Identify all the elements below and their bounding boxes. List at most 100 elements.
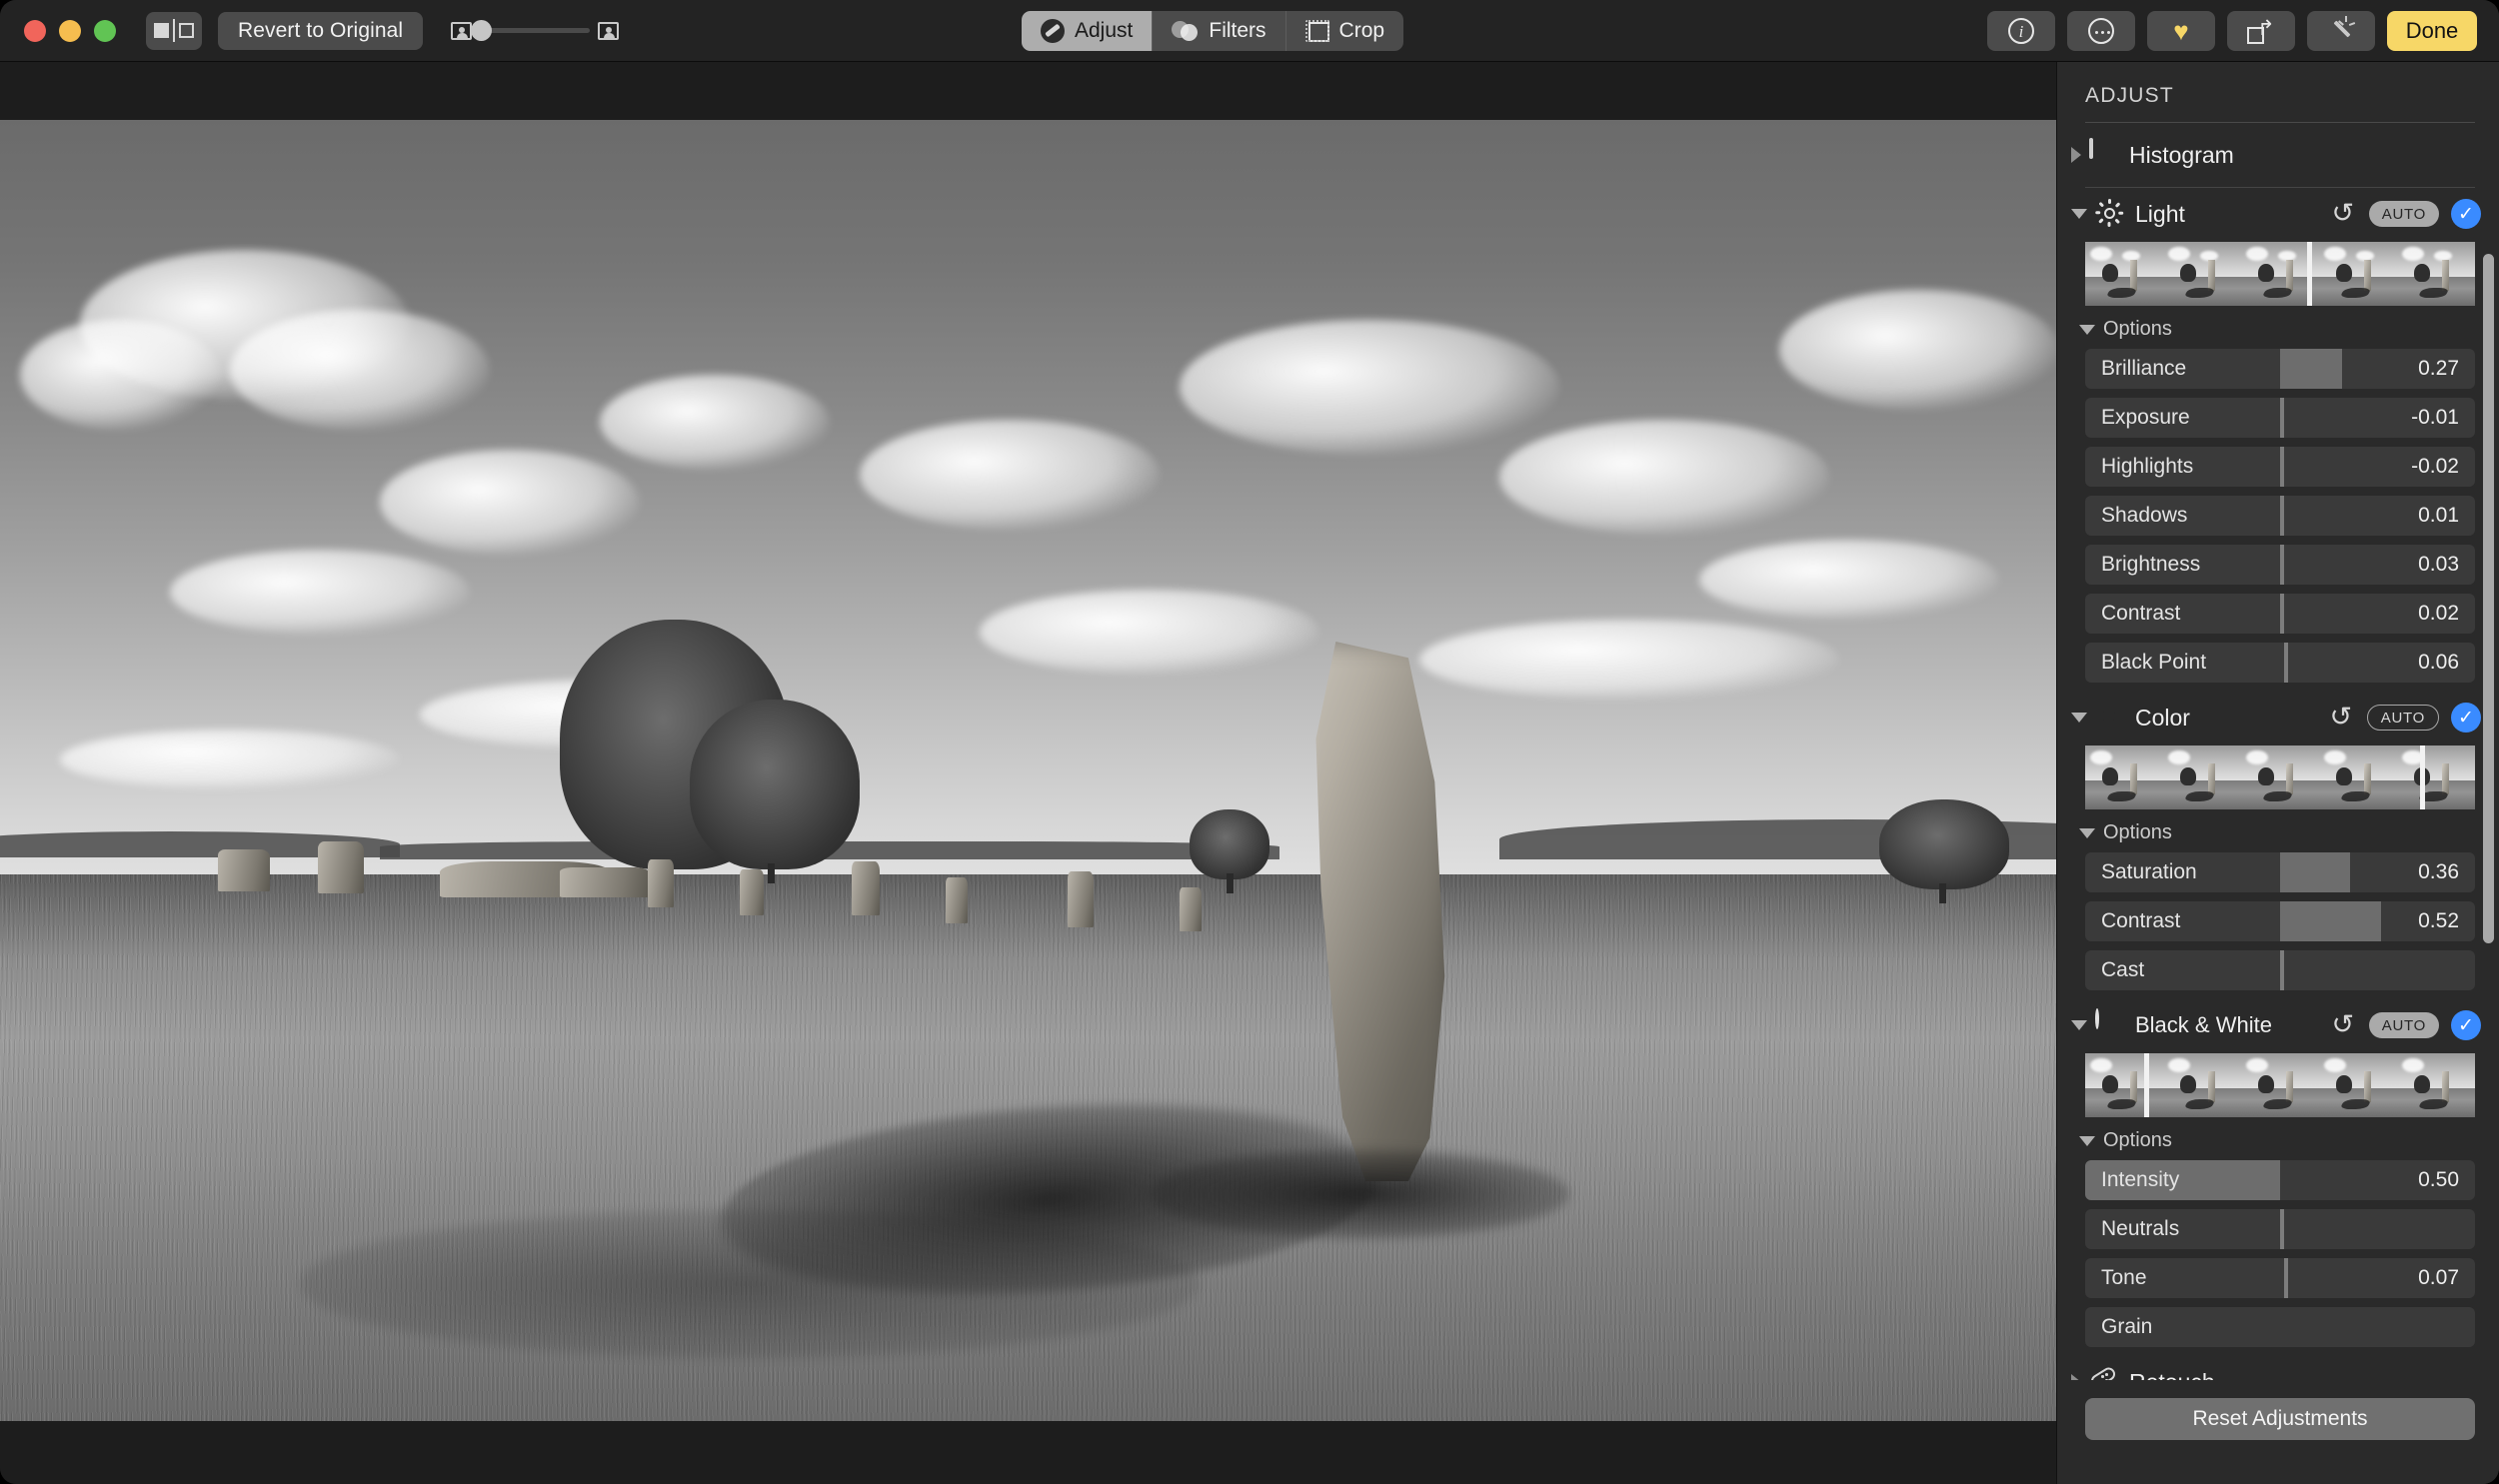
chevron-down-icon[interactable] xyxy=(2071,1020,2087,1030)
slider-brightness-value: 0.03 xyxy=(2418,553,2459,576)
slider-brightness[interactable]: Brightness 0.03 xyxy=(2085,545,2475,585)
reset-black-and-white-icon[interactable]: ↺ xyxy=(2329,1011,2357,1039)
close-button[interactable] xyxy=(24,19,46,42)
black-and-white-options-row[interactable]: Options xyxy=(2057,1123,2499,1160)
filmstrip-thumb[interactable] xyxy=(2163,745,2241,809)
reset-adjustments-button[interactable]: Reset Adjustments xyxy=(2085,1398,2475,1440)
reset-light-icon[interactable]: ↺ xyxy=(2329,200,2357,228)
sidebar-toggle-icon xyxy=(154,19,194,42)
slider-grain-label: Grain xyxy=(2101,1315,2153,1338)
slider-highlights-value: -0.02 xyxy=(2411,455,2459,478)
filmstrip-thumb[interactable] xyxy=(2085,1053,2163,1117)
info-icon: i xyxy=(2008,18,2034,44)
slider-shadows[interactable]: Shadows 0.01 xyxy=(2085,496,2475,536)
info-button[interactable]: i xyxy=(1987,11,2055,51)
slider-color-contrast[interactable]: Contrast 0.52 xyxy=(2085,901,2475,941)
chevron-down-icon[interactable] xyxy=(2079,1135,2095,1146)
toggle-light-checkbox[interactable]: ✓ xyxy=(2451,199,2481,229)
filmstrip-thumb[interactable] xyxy=(2397,1053,2475,1117)
slider-brilliance-value: 0.27 xyxy=(2418,357,2459,380)
reset-color-icon[interactable]: ↺ xyxy=(2327,704,2355,732)
rotate-button[interactable]: ↰ xyxy=(2227,11,2295,51)
filmstrip-thumb[interactable] xyxy=(2319,1053,2397,1117)
black-and-white-filmstrip[interactable] xyxy=(2085,1053,2475,1117)
section-light[interactable]: Light ↺ AUTO ✓ xyxy=(2057,188,2499,240)
slider-grain[interactable]: Grain xyxy=(2085,1307,2475,1347)
favorite-button[interactable]: ♥ xyxy=(2147,11,2215,51)
tab-crop[interactable]: Crop xyxy=(1286,11,1404,51)
slider-tone[interactable]: Tone 0.07 xyxy=(2085,1258,2475,1298)
crop-icon xyxy=(1304,20,1329,42)
auto-color-button[interactable]: AUTO xyxy=(2366,705,2439,731)
section-histogram[interactable]: Histogram xyxy=(2057,129,2499,181)
slider-saturation[interactable]: Saturation 0.36 xyxy=(2085,852,2475,892)
panel-scroll-area[interactable]: Histogram Light ↺ AUTO ✓ Options Brillia… xyxy=(2057,129,2499,1380)
slider-intensity-value: 0.50 xyxy=(2418,1168,2459,1191)
filmstrip-thumb[interactable] xyxy=(2319,242,2397,306)
chevron-down-icon[interactable] xyxy=(2071,209,2087,219)
photo-image[interactable] xyxy=(0,120,2056,1421)
compare-knob[interactable] xyxy=(471,20,493,41)
auto-enhance-button[interactable] xyxy=(2307,11,2375,51)
slider-intensity[interactable]: Intensity 0.50 xyxy=(2085,1160,2475,1200)
black-and-white-strip-marker[interactable] xyxy=(2143,1053,2149,1117)
color-filmstrip[interactable] xyxy=(2085,745,2475,809)
bandage-icon xyxy=(2088,1365,2119,1380)
chevron-down-icon[interactable] xyxy=(2079,827,2095,838)
slider-black-point[interactable]: Black Point 0.06 xyxy=(2085,643,2475,683)
chevron-down-icon[interactable] xyxy=(2071,713,2087,723)
section-histogram-label: Histogram xyxy=(2129,141,2234,168)
section-black-and-white[interactable]: Black & White ↺ AUTO ✓ xyxy=(2057,999,2499,1051)
toolbar-right-group: i ♥ ↰ Done xyxy=(1987,11,2477,51)
filmstrip-thumb[interactable] xyxy=(2241,745,2319,809)
filmstrip-thumb[interactable] xyxy=(2085,745,2163,809)
slider-exposure[interactable]: Exposure -0.01 xyxy=(2085,398,2475,438)
light-strip-marker[interactable] xyxy=(2307,242,2313,306)
filmstrip-thumb[interactable] xyxy=(2241,1053,2319,1117)
toggle-color-checkbox[interactable]: ✓ xyxy=(2451,703,2481,733)
filmstrip-thumb[interactable] xyxy=(2397,242,2475,306)
slider-light-contrast[interactable]: Contrast 0.02 xyxy=(2085,594,2475,634)
sidebar-toggle-button[interactable] xyxy=(146,11,202,50)
adjust-panel: ADJUST Histogram Light ↺ AUTO ✓ Options … xyxy=(2056,62,2499,1484)
slider-highlights[interactable]: Highlights -0.02 xyxy=(2085,447,2475,487)
revert-to-original-button[interactable]: Revert to Original xyxy=(218,11,424,50)
magic-wand-icon xyxy=(2328,16,2356,44)
toggle-black-and-white-checkbox[interactable]: ✓ xyxy=(2451,1010,2481,1040)
filmstrip-thumb[interactable] xyxy=(2319,745,2397,809)
section-retouch[interactable]: Retouch xyxy=(2057,1356,2499,1380)
compare-track[interactable] xyxy=(471,20,591,41)
filmstrip-thumb[interactable] xyxy=(2163,242,2241,306)
minimize-button[interactable] xyxy=(59,19,81,42)
portrait-icon-right xyxy=(598,21,620,40)
sun-icon xyxy=(2095,199,2125,229)
slider-light-contrast-label: Contrast xyxy=(2101,602,2181,625)
slider-brilliance[interactable]: Brilliance 0.27 xyxy=(2085,349,2475,389)
chevron-right-icon[interactable] xyxy=(2071,147,2081,163)
chevron-down-icon[interactable] xyxy=(2079,324,2095,335)
filmstrip-thumb[interactable] xyxy=(2085,242,2163,306)
slider-cast[interactable]: Cast xyxy=(2085,950,2475,990)
slider-light-contrast-value: 0.02 xyxy=(2418,602,2459,625)
section-black-and-white-label: Black & White xyxy=(2135,1012,2272,1037)
done-button[interactable]: Done xyxy=(2387,11,2477,51)
photo-canvas[interactable] xyxy=(0,62,2056,1484)
filmstrip-thumb[interactable] xyxy=(2397,745,2475,809)
slider-brilliance-label: Brilliance xyxy=(2101,357,2187,380)
light-filmstrip[interactable] xyxy=(2085,242,2475,306)
slider-neutrals[interactable]: Neutrals xyxy=(2085,1209,2475,1249)
tab-filters[interactable]: Filters xyxy=(1153,11,1286,51)
light-options-row[interactable]: Options xyxy=(2057,312,2499,349)
tab-adjust[interactable]: Adjust xyxy=(1022,11,1154,51)
more-button[interactable] xyxy=(2067,11,2135,51)
auto-black-and-white-button[interactable]: AUTO xyxy=(2368,1012,2439,1038)
compare-slider[interactable] xyxy=(451,20,620,41)
color-strip-marker[interactable] xyxy=(2420,745,2426,809)
filmstrip-thumb[interactable] xyxy=(2163,1053,2241,1117)
color-options-row[interactable]: Options xyxy=(2057,815,2499,852)
auto-light-button[interactable]: AUTO xyxy=(2368,201,2439,227)
histogram-icon xyxy=(2089,138,2119,170)
panel-scrollbar[interactable] xyxy=(2483,254,2494,943)
zoom-button[interactable] xyxy=(94,19,116,42)
section-color[interactable]: Color ↺ AUTO ✓ xyxy=(2057,692,2499,743)
